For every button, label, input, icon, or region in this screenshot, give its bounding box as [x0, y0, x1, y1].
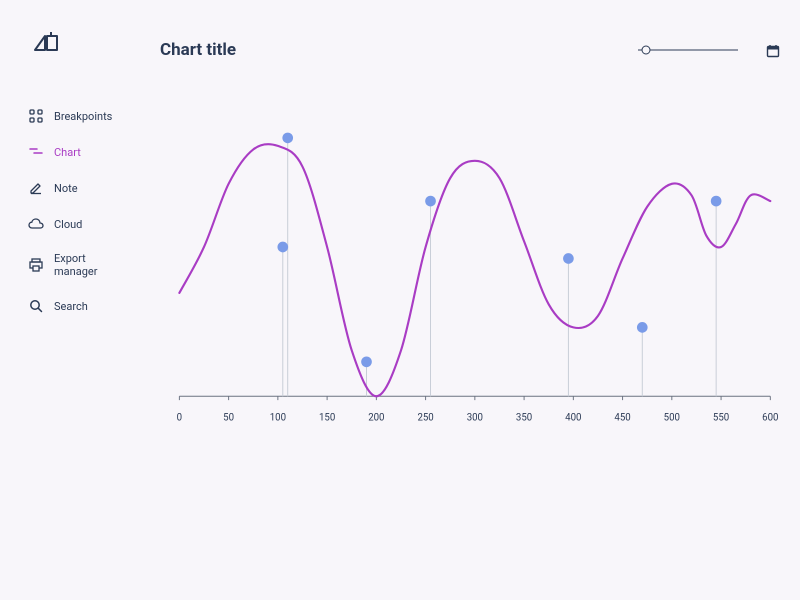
x-tick-label: 550	[713, 412, 729, 423]
pencil-icon	[28, 180, 44, 196]
chart-icon	[28, 144, 44, 160]
main-content: Chart title 0501001502002503003504004	[150, 0, 800, 600]
slider-track	[638, 50, 738, 51]
header-controls	[638, 43, 780, 57]
range-slider[interactable]	[638, 44, 738, 56]
data-marker[interactable]	[563, 253, 574, 264]
sidebar-item-label: Chart	[54, 146, 81, 159]
x-tick-label: 50	[223, 412, 234, 423]
sidebar-item-note[interactable]: Note	[24, 170, 134, 206]
sidebar-item-chart[interactable]: Chart	[24, 134, 134, 170]
sidebar-item-breakpoints[interactable]: Breakpoints	[24, 98, 134, 134]
app-logo	[32, 30, 134, 62]
cloud-icon	[28, 216, 44, 232]
x-tick-label: 300	[467, 412, 483, 423]
x-tick-label: 450	[614, 412, 630, 423]
sidebar-item-label: Breakpoints	[54, 110, 112, 123]
chart-area: 0 50 100 150 200 250 300 350 400 450 500 550 600	[160, 100, 780, 600]
slider-thumb[interactable]	[642, 46, 651, 55]
data-marker[interactable]	[277, 242, 288, 253]
sidebar-item-label: Export manager	[54, 252, 130, 278]
x-tick-label: 150	[319, 412, 335, 423]
search-icon	[28, 298, 44, 314]
sidebar-item-cloud[interactable]: Cloud	[24, 206, 134, 242]
x-tick-label: 400	[565, 412, 581, 423]
data-marker[interactable]	[711, 196, 722, 207]
sidebar-item-label: Note	[54, 182, 78, 195]
sidebar-item-export-manager[interactable]: Export manager	[24, 242, 134, 288]
calendar-icon[interactable]	[766, 43, 780, 57]
x-tick-label: 0	[177, 412, 182, 423]
sidebar-item-label: Search	[54, 300, 88, 313]
printer-icon	[28, 257, 44, 273]
header: Chart title	[160, 40, 780, 60]
grid-icon	[28, 108, 44, 124]
line-chart: 0 50 100 150 200 250 300 350 400 450 500 550 600	[160, 100, 780, 460]
x-tick-label: 500	[664, 412, 680, 423]
x-tick-label: 250	[417, 412, 433, 423]
sidebar-item-label: Cloud	[54, 218, 82, 231]
sidebar: Breakpoints Chart Note	[0, 0, 150, 600]
x-tick-label: 200	[368, 412, 384, 423]
page-title: Chart title	[160, 40, 236, 60]
data-marker[interactable]	[282, 133, 293, 144]
x-tick-label: 100	[270, 412, 286, 423]
sidebar-item-search[interactable]: Search	[24, 288, 134, 324]
data-marker[interactable]	[637, 322, 648, 333]
x-tick-label: 600	[762, 412, 778, 423]
data-marker[interactable]	[361, 356, 372, 367]
data-marker[interactable]	[425, 196, 436, 207]
x-tick-label: 350	[516, 412, 532, 423]
curve-line	[179, 144, 770, 396]
